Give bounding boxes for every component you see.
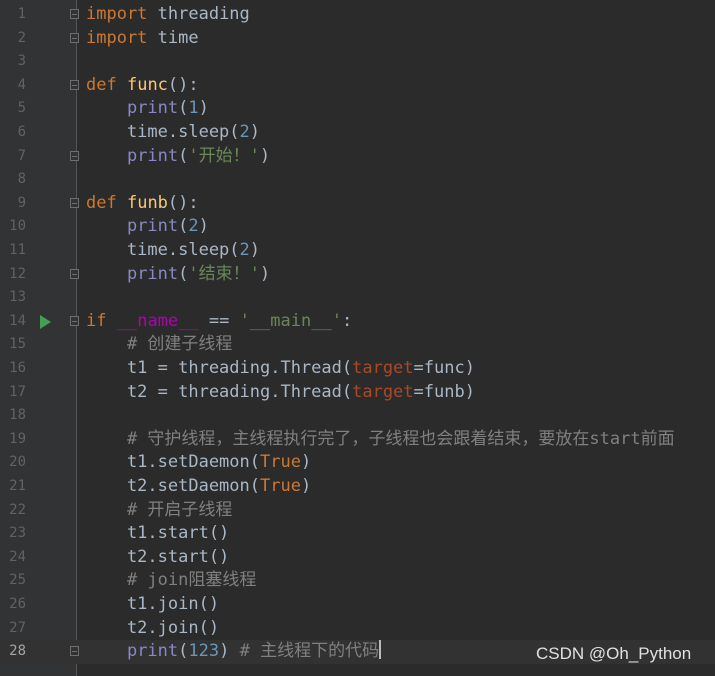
code-text: time.sleep(2) <box>86 240 261 260</box>
line-number[interactable]: 14 <box>0 310 26 334</box>
code-line[interactable]: 15 # 创建子线程 <box>0 333 715 357</box>
code-text: # 创建子线程 <box>126 334 233 355</box>
code-line[interactable]: 22 # 开启子线程 <box>0 499 715 523</box>
fold-marker-icon[interactable] <box>70 192 79 208</box>
code-line[interactable]: 13 <box>0 286 715 310</box>
line-number[interactable]: 21 <box>0 475 26 499</box>
code-text: def func(): <box>86 74 199 95</box>
line-number[interactable]: 20 <box>0 451 26 475</box>
code-text: # 守护线程，主线程执行完了，子线程也会跟着结束，要放在start前面 <box>126 428 675 449</box>
code-line[interactable]: 21 t2.setDaemon(True) <box>0 475 715 499</box>
code-line[interactable]: 12 print('结束！') <box>0 263 715 287</box>
code-text: t1.setDaemon(True) <box>86 452 312 473</box>
code-editor[interactable]: 1 import threading 2 import time 3 4 def func(… <box>0 0 715 676</box>
code-line[interactable]: 16 t1 = threading.Thread(target=func) <box>0 357 715 381</box>
line-number[interactable]: 2 <box>0 27 26 51</box>
code-text: t2.join() <box>86 617 220 638</box>
code-text: # 开启子线程 <box>126 499 233 520</box>
line-number[interactable]: 4 <box>0 74 26 98</box>
line-number[interactable]: 25 <box>0 569 26 593</box>
code-text: def funb(): <box>86 192 199 213</box>
code-line[interactable]: 20 t1.setDaemon(True) <box>0 451 715 475</box>
line-number[interactable]: 1 <box>0 3 26 27</box>
code-line[interactable]: 6 time.sleep(2) <box>0 121 715 145</box>
fold-marker-icon[interactable] <box>70 32 79 43</box>
code-line[interactable]: 9 def funb(): <box>0 192 715 216</box>
line-number[interactable]: 12 <box>0 263 26 287</box>
run-arrow-icon[interactable] <box>40 314 51 329</box>
code-text: if __name__ == '__main__': <box>86 310 353 331</box>
code-text: time.sleep(2) <box>86 122 261 142</box>
code-text: import time <box>86 27 199 48</box>
line-number[interactable]: 26 <box>0 593 26 617</box>
code-line[interactable]: 7 print('开始！') <box>0 145 715 169</box>
line-number[interactable]: 13 <box>0 286 26 310</box>
line-number[interactable]: 7 <box>0 145 26 169</box>
fold-marker-icon[interactable] <box>70 646 79 657</box>
code-text: t1.start() <box>86 523 230 544</box>
code-line[interactable]: 18 <box>0 404 715 428</box>
line-number[interactable]: 5 <box>0 97 26 121</box>
line-number[interactable]: 3 <box>0 50 26 74</box>
line-number[interactable]: 11 <box>0 239 26 263</box>
code-text: print(1) <box>126 98 209 119</box>
watermark: CSDN @Oh_Python <box>536 644 692 663</box>
line-number[interactable]: 27 <box>0 617 26 641</box>
code-line[interactable]: 11 time.sleep(2) <box>0 239 715 263</box>
code-text: t1.join() <box>86 594 220 614</box>
line-number[interactable]: 17 <box>0 381 26 405</box>
fold-marker-icon[interactable] <box>70 150 79 161</box>
line-number[interactable]: 19 <box>0 428 26 452</box>
fold-marker-icon[interactable] <box>70 310 79 326</box>
code-line[interactable]: 26 t1.join() <box>0 593 715 617</box>
line-number[interactable]: 18 <box>0 404 26 428</box>
code-line[interactable]: 25 # join阻塞线程 <box>0 569 715 593</box>
line-number[interactable]: 15 <box>0 333 26 357</box>
code-line[interactable]: 24 t2.start() <box>0 546 715 570</box>
code-text: print('开始！') <box>126 145 271 166</box>
line-number[interactable]: 8 <box>0 168 26 192</box>
code-line[interactable]: 4 def func(): <box>0 74 715 98</box>
code-line[interactable]: 17 t2 = threading.Thread(target=funb) <box>0 381 715 405</box>
line-number[interactable]: 24 <box>0 546 26 570</box>
code-text: print('结束！') <box>126 263 271 284</box>
text-cursor <box>379 640 382 660</box>
code-text: t1 = threading.Thread(target=func) <box>86 358 475 378</box>
code-line[interactable]: 27 t2.join() <box>0 617 715 641</box>
line-number[interactable]: 22 <box>0 499 26 523</box>
code-text: t2.start() <box>86 546 230 567</box>
code-text: t2.setDaemon(True) <box>86 476 312 496</box>
code-line[interactable]: 14 if __name__ == '__main__': <box>0 310 715 334</box>
line-number[interactable]: 16 <box>0 357 26 381</box>
fold-marker-icon[interactable] <box>70 4 79 19</box>
line-number[interactable]: 23 <box>0 522 26 546</box>
code-line[interactable]: 2 import time <box>0 27 715 51</box>
code-line[interactable]: 10 print(2) <box>0 215 715 239</box>
code-line[interactable]: 19 # 守护线程，主线程执行完了，子线程也会跟着结束，要放在start前面 <box>0 428 715 452</box>
code-text: # join阻塞线程 <box>126 570 257 591</box>
line-number[interactable]: 10 <box>0 215 26 239</box>
code-text: print(123) # 主线程下的代码 <box>126 640 382 662</box>
fold-marker-icon[interactable] <box>70 268 79 279</box>
line-number[interactable]: 9 <box>0 192 26 216</box>
code-text: import threading <box>86 4 250 24</box>
code-line[interactable]: 23 t1.start() <box>0 522 715 546</box>
code-text: print(2) <box>126 216 209 237</box>
line-number[interactable]: 28 <box>0 640 26 664</box>
code-line[interactable]: 5 print(1) <box>0 97 715 121</box>
code-line[interactable]: 8 <box>0 168 715 192</box>
code-line[interactable]: 3 <box>0 50 715 74</box>
line-number[interactable]: 6 <box>0 121 26 145</box>
code-line[interactable]: 1 import threading <box>0 3 715 27</box>
code-text: t2 = threading.Thread(target=funb) <box>86 381 475 402</box>
fold-marker-icon[interactable] <box>70 74 79 90</box>
